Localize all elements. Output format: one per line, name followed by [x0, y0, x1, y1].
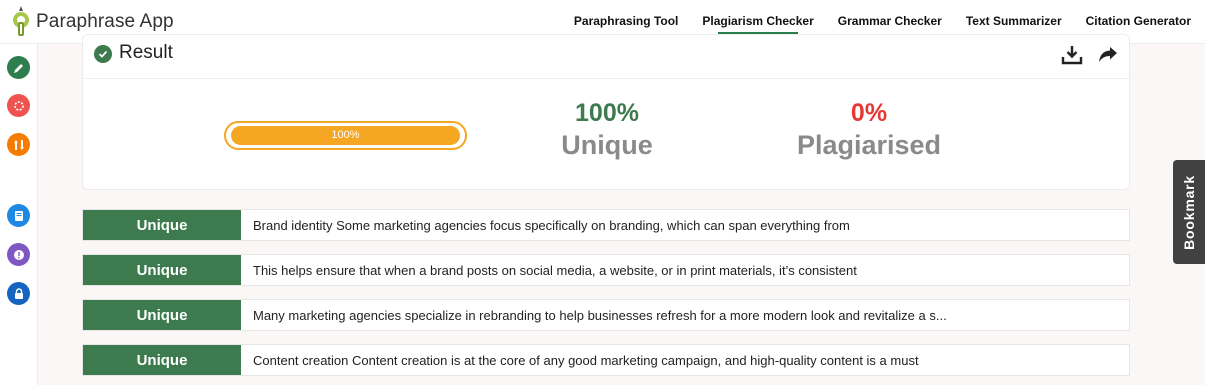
alert-icon — [13, 249, 24, 260]
progress-fill: 100% — [231, 126, 460, 145]
unique-percentage: 100% — [575, 99, 639, 127]
plagiarised-stat: 0% Plagiarised — [789, 99, 949, 161]
sidebar-info-button[interactable] — [7, 243, 30, 266]
sentence-text: Brand identity Some marketing agencies f… — [253, 217, 850, 233]
sidebar-summarizer-button[interactable] — [7, 204, 30, 227]
sidebar-paraphrase-button[interactable] — [7, 56, 30, 79]
sort-arrows-icon — [13, 139, 24, 150]
sentence-row: Unique Many marketing agencies specializ… — [82, 299, 1130, 331]
sentence-text: Many marketing agencies specialize in re… — [253, 307, 947, 323]
check-circle-icon — [94, 45, 112, 63]
result-title: Result — [119, 42, 173, 63]
uniqueness-progress-bar: 100% — [224, 121, 467, 150]
sentence-text: Content creation Content creation is at … — [253, 352, 919, 368]
sentence-row: Unique Brand identity Some marketing age… — [82, 209, 1130, 241]
pencil-icon — [13, 63, 23, 73]
plagiarised-label: Plagiarised — [796, 130, 942, 160]
status-badge: Unique — [83, 210, 241, 240]
sentence-row: Unique This helps ensure that when a bra… — [82, 254, 1130, 286]
spinner-icon — [13, 100, 24, 111]
download-icon[interactable] — [1061, 44, 1083, 66]
sidebar-grammar-button[interactable] — [7, 133, 30, 156]
unique-stat: 100% Unique — [553, 99, 661, 161]
result-card: Result 100% 100% Unique 0% Plagiarised — [82, 34, 1130, 190]
sentence-text: This helps ensure that when a brand post… — [253, 262, 857, 278]
bookmark-label: Bookmark — [1181, 174, 1197, 250]
unique-label: Unique — [561, 130, 653, 160]
document-icon — [14, 210, 23, 221]
status-badge: Unique — [83, 300, 241, 330]
app-name: Paraphrase App — [36, 11, 174, 32]
share-icon[interactable] — [1097, 44, 1119, 66]
left-sidebar — [0, 44, 38, 385]
lock-icon — [14, 287, 23, 299]
status-badge: Unique — [83, 345, 241, 375]
sentence-row: Unique Content creation Content creation… — [82, 344, 1130, 376]
result-header: Result — [83, 35, 1129, 79]
sidebar-plagiarism-button[interactable] — [7, 94, 30, 117]
plagiarised-percentage: 0% — [850, 99, 888, 127]
bookmark-tab[interactable]: Bookmark — [1173, 160, 1205, 264]
status-badge: Unique — [83, 255, 241, 285]
logo-mark-icon — [10, 6, 32, 38]
sidebar-lock-button[interactable] — [7, 282, 30, 305]
